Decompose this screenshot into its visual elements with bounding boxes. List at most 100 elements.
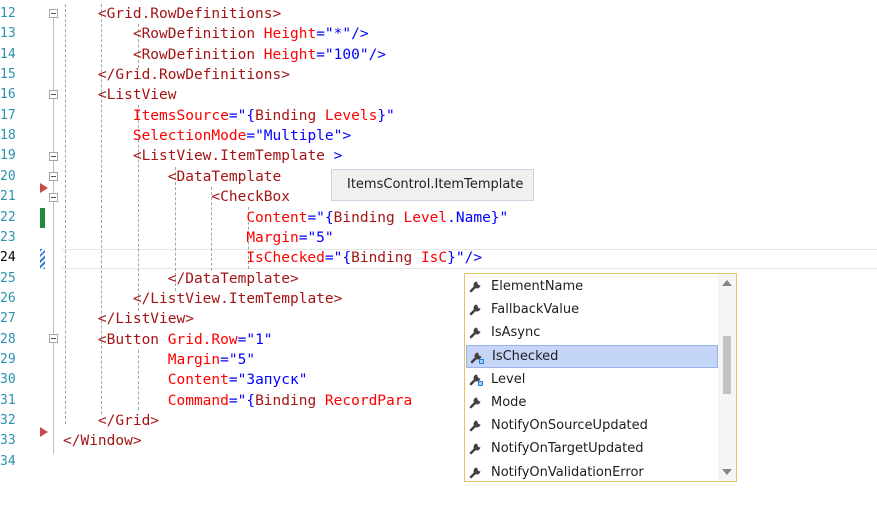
code-line[interactable]: </Grid.RowDefinitions>: [63, 65, 290, 85]
fold-toggle[interactable]: [49, 172, 58, 181]
breakpoint-arrow-icon: [40, 183, 48, 193]
code-token: <Button: [97, 331, 168, 348]
completion-item-fallbackvalue[interactable]: FallbackValue: [466, 298, 718, 321]
completion-item-isasync[interactable]: IsAsync: [466, 321, 718, 344]
scroll-up-arrow-icon[interactable]: [722, 280, 732, 286]
code-token: </Grid>: [97, 413, 160, 429]
line-number: 30: [0, 372, 16, 388]
wrench-icon: [468, 394, 484, 410]
completion-item-level[interactable]: Level: [466, 368, 718, 391]
completion-item-label: Mode: [491, 395, 527, 410]
code-line[interactable]: Margin="5": [63, 228, 334, 248]
line-number: 26: [0, 290, 16, 306]
code-line[interactable]: <CheckBox: [63, 187, 290, 207]
code-token: Content: [246, 209, 308, 226]
line-number: 13: [0, 26, 16, 42]
code-line[interactable]: </Window>: [63, 431, 142, 451]
fold-toggle[interactable]: [49, 90, 58, 99]
code-token: SelectionMode: [132, 128, 247, 145]
line-number: 23: [0, 229, 16, 245]
code-line[interactable]: <ListView: [63, 85, 177, 105]
line-number: 22: [0, 209, 16, 225]
xaml-editor[interactable]: 12 <Grid.RowDefinitions> 13 <RowDefinitio…: [0, 0, 877, 510]
line-number: 28: [0, 331, 16, 347]
code-token: <CheckBox: [211, 189, 290, 206]
code-token: ="5": [220, 351, 256, 368]
intellisense-completion-list[interactable]: ElementName FallbackValue IsAsync IsChec…: [464, 273, 737, 482]
code-line[interactable]: </ListView>: [63, 309, 194, 329]
code-line[interactable]: Content="{Binding Level.Name}": [63, 208, 508, 228]
completion-item-notifyonvalidationerror[interactable]: NotifyOnValidationError: [466, 461, 718, 484]
line-number: 21: [0, 189, 16, 205]
code-token: ="5": [298, 229, 334, 246]
code-line[interactable]: IsChecked="{Binding IsC}"/>: [63, 248, 482, 268]
fold-toggle[interactable]: [49, 9, 58, 18]
code-line[interactable]: <DataTemplate: [63, 167, 282, 187]
scroll-thumb[interactable]: [723, 336, 731, 394]
completion-scrollbar[interactable]: [718, 274, 736, 481]
code-line[interactable]: <RowDefinition Height="*"/>: [63, 24, 369, 44]
code-line[interactable]: </ListView.ItemTemplate>: [63, 289, 343, 309]
outline-guide: [53, 14, 54, 454]
completion-item-mode[interactable]: Mode: [466, 391, 718, 414]
line-number: 25: [0, 270, 16, 286]
code-token: Levels: [324, 107, 378, 124]
line-number: 29: [0, 351, 16, 367]
fold-toggle[interactable]: [49, 193, 58, 202]
code-token: <DataTemplate: [167, 168, 282, 185]
line-number: 15: [0, 67, 16, 83]
code-token: IsC: [420, 250, 448, 267]
code-token: <ListView.ItemTemplate: [132, 148, 334, 165]
line-number: 32: [0, 413, 16, 428]
code-token: </Grid.RowDefinitions>: [97, 67, 290, 84]
code-line[interactable]: Content="Запуск": [63, 370, 308, 390]
code-line[interactable]: </Grid>: [63, 411, 159, 431]
completion-item-label: NotifyOnValidationError: [491, 464, 644, 480]
code-line[interactable]: <RowDefinition Height="100"/>: [63, 45, 386, 65]
fold-toggle[interactable]: [49, 334, 58, 343]
line-number: 33: [0, 433, 16, 449]
code-line[interactable]: </DataTemplate>: [63, 269, 299, 289]
code-token: >: [333, 148, 343, 165]
code-token: ="*"/>: [316, 26, 369, 43]
code-token: IsChecked: [246, 250, 325, 267]
code-line[interactable]: <ListView.ItemTemplate >: [63, 146, 343, 166]
completion-item-label: IsAsync: [491, 325, 541, 341]
code-line[interactable]: <Grid.RowDefinitions>: [63, 4, 281, 24]
code-token: Binding: [255, 107, 325, 124]
completion-item-notifyontargetupdated[interactable]: NotifyOnTargetUpdated: [466, 437, 718, 460]
code-token: <RowDefinition: [132, 26, 264, 43]
code-token: ="{: [324, 250, 352, 267]
code-token: Name: [455, 209, 491, 226]
code-line[interactable]: <Button Grid.Row="1": [63, 330, 273, 350]
line-number: 14: [0, 46, 16, 62]
code-token: Content: [167, 372, 229, 389]
line-number: 24: [0, 250, 16, 266]
completion-item-ischecked[interactable]: IsChecked: [466, 344, 718, 368]
code-token: ="1": [237, 331, 273, 348]
code-token: ="100"/>: [316, 46, 387, 63]
wrench-blue-icon: [468, 371, 484, 387]
code-token: }": [377, 107, 395, 124]
code-token: }"/>: [447, 250, 483, 267]
code-line[interactable]: ItemsSource="{Binding Levels}": [63, 106, 395, 126]
code-line[interactable]: Command="{Binding RecordPara: [63, 391, 412, 411]
fold-toggle[interactable]: [49, 152, 58, 161]
code-line[interactable]: SelectionMode="Multiple">: [63, 126, 351, 146]
completion-item-notifyonsourceupdated[interactable]: NotifyOnSourceUpdated: [466, 414, 718, 437]
scroll-down-arrow-icon[interactable]: [722, 469, 732, 475]
line-number: 20: [0, 168, 16, 184]
completion-item-elementname[interactable]: ElementName: [466, 275, 718, 298]
code-line[interactable]: Margin="5": [63, 350, 255, 370]
code-token: Binding: [255, 392, 325, 409]
